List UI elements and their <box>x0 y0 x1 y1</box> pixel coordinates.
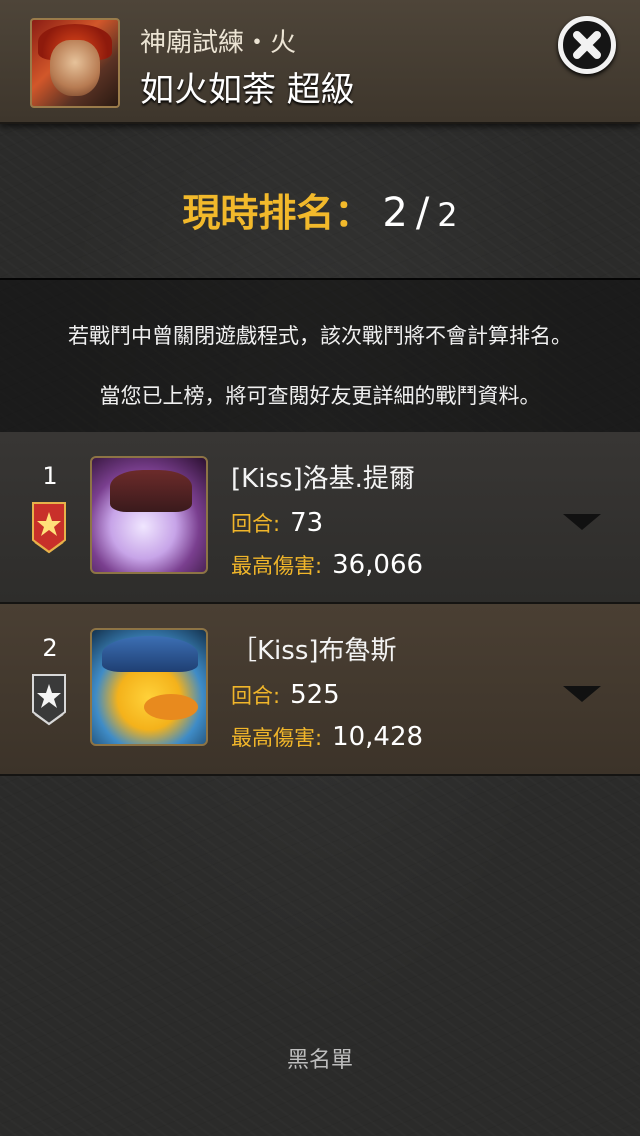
ranking-row[interactable]: 1 [Kiss]洛基.提爾 回合: 73 最高傷害: 36,066 <box>0 432 640 604</box>
chevron-down-icon[interactable] <box>563 686 601 702</box>
player-name: ［Kiss]布魯斯 <box>231 636 397 666</box>
rank-number: 2 <box>42 634 58 662</box>
notice-line-2: 當您已上榜，將可查閱好友更詳細的戰鬥資料。 <box>99 384 541 408</box>
avatar-face-shape <box>50 40 100 96</box>
player-avatar[interactable] <box>90 456 208 574</box>
notice-panel: 若戰鬥中曾關閉遊戲程式，該次戰鬥將不會計算排名。 當您已上榜，將可查閱好友更詳細… <box>0 278 640 432</box>
damage-value: 10,428 <box>332 722 424 752</box>
chevron-down-icon[interactable] <box>563 514 601 530</box>
damage-stat: 最高傷害: 36,066 <box>231 550 423 580</box>
ranking-label: 現時排名： <box>182 191 373 235</box>
rounds-stat: 回合: 73 <box>231 508 323 538</box>
current-ranking: 現時排名： 2/2 <box>0 182 640 237</box>
damage-label: 最高傷害: <box>231 554 323 578</box>
player-avatar[interactable] <box>90 628 208 746</box>
avatar-headpiece-shape <box>110 470 192 512</box>
avatar-beak-shape <box>144 694 198 720</box>
rounds-stat: 回合: 525 <box>231 680 340 710</box>
medal-star-icon <box>32 674 66 726</box>
rank-number: 1 <box>42 462 58 490</box>
ranking-row[interactable]: 2 ［Kiss]布魯斯 回合: 525 最高傷害: 10,428 <box>0 604 640 776</box>
ranking-total: 2 <box>437 196 458 234</box>
avatar-hat-shape <box>102 636 198 672</box>
damage-value: 36,066 <box>332 550 424 580</box>
medal-star-icon <box>32 502 66 554</box>
close-icon <box>573 31 601 59</box>
stage-title: 如火如荼 超級 <box>140 70 355 110</box>
ranking-current: 2 <box>382 190 408 236</box>
damage-label: 最高傷害: <box>231 726 323 750</box>
stage-boss-avatar <box>30 18 120 108</box>
rounds-value: 73 <box>290 508 324 538</box>
header-bar: 神廟試練・火 如火如荼 超級 <box>0 0 640 124</box>
blacklist-link[interactable]: 黑名單 <box>0 1042 640 1074</box>
ranking-separator: / <box>415 190 430 236</box>
stage-subtitle: 神廟試練・火 <box>140 28 297 58</box>
notice-line-1: 若戰鬥中曾關閉遊戲程式，該次戰鬥將不會計算排名。 <box>68 324 572 348</box>
rounds-label: 回合: <box>231 684 281 708</box>
rounds-label: 回合: <box>231 512 281 536</box>
close-button[interactable] <box>558 16 616 74</box>
player-name: [Kiss]洛基.提爾 <box>231 464 415 494</box>
damage-stat: 最高傷害: 10,428 <box>231 722 423 752</box>
rounds-value: 525 <box>290 680 340 710</box>
